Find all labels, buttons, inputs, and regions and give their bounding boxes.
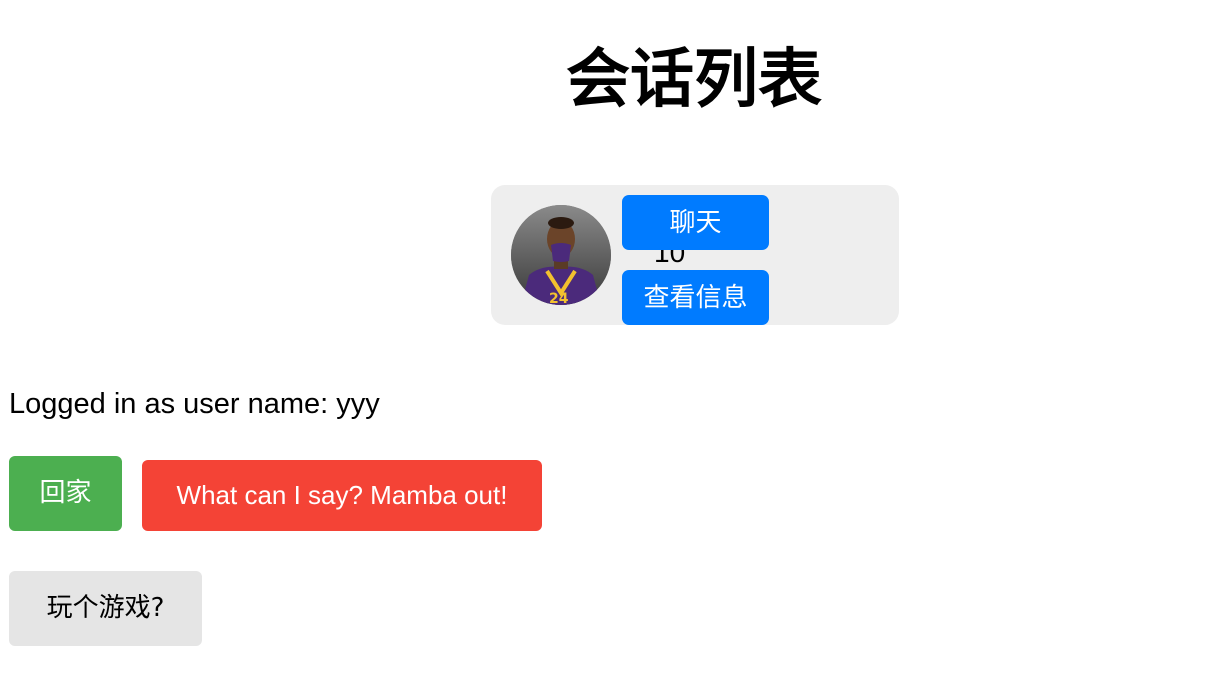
home-button[interactable]: 回家 [9, 456, 122, 531]
chat-button[interactable]: 聊天 [622, 195, 769, 250]
conversation-card: 24 10 聊天 查看信息 [491, 185, 899, 325]
mamba-out-button[interactable]: What can I say? Mamba out! [142, 460, 542, 531]
login-status: Logged in as user name: yyy [9, 388, 380, 420]
avatar-photo: 24 [511, 205, 611, 305]
view-info-button[interactable]: 查看信息 [622, 270, 769, 325]
page-title: 会话列表 [566, 43, 822, 117]
svg-text:24: 24 [549, 291, 569, 305]
play-game-button[interactable]: 玩个游戏? [9, 571, 202, 646]
avatar[interactable]: 24 [511, 205, 611, 305]
